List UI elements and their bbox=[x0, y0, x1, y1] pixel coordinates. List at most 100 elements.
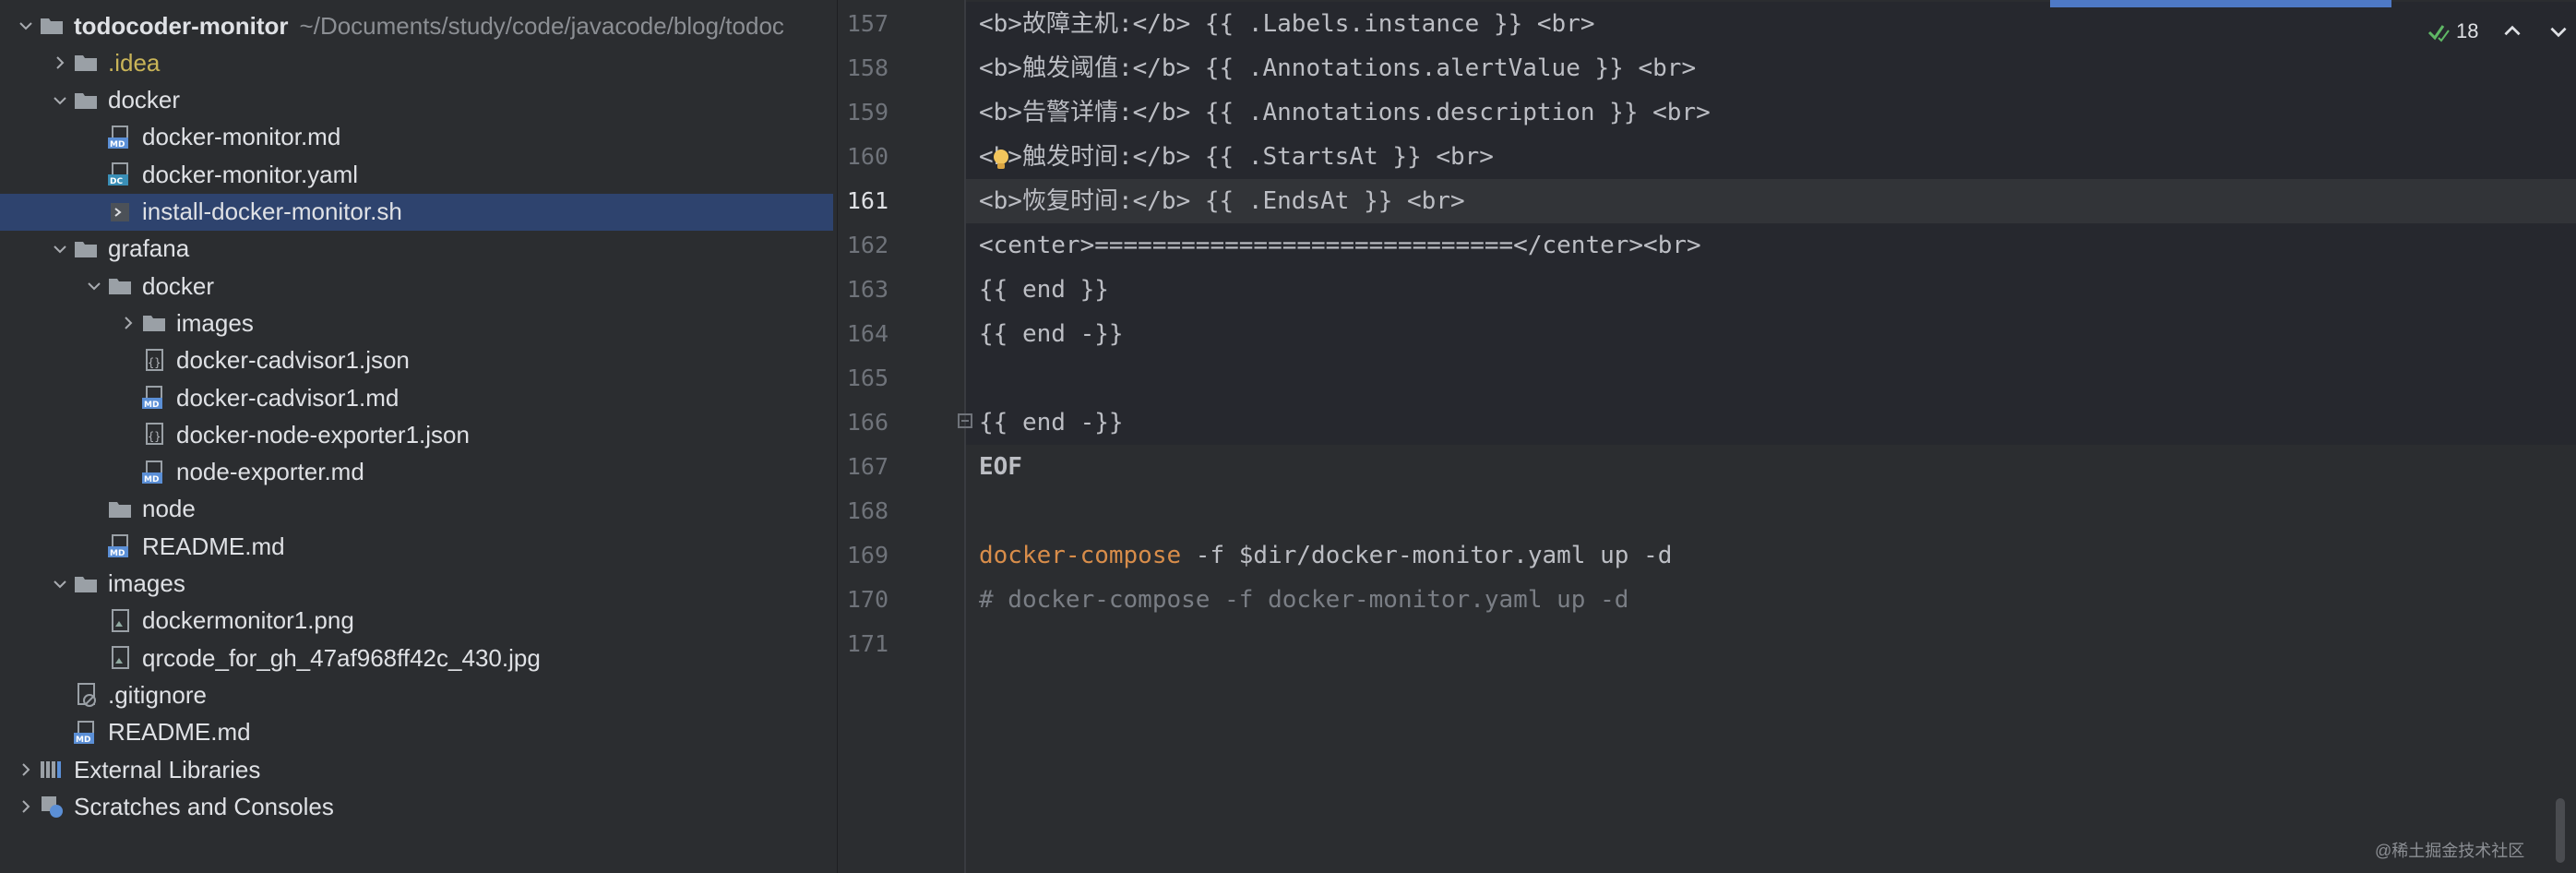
tree-toggle bbox=[81, 194, 107, 231]
line-number[interactable]: 166 bbox=[837, 401, 888, 445]
scope-highlight bbox=[966, 312, 2576, 356]
code-token: <center>=============================</c… bbox=[979, 232, 1701, 259]
tree-item[interactable]: qrcode_for_gh_47af968ff42c_430.jpg bbox=[0, 640, 833, 676]
code-line[interactable]: <b>告警详情:</b> {{ .Annotations.description… bbox=[979, 90, 1711, 135]
vertical-scrollbar[interactable] bbox=[2556, 798, 2565, 863]
tree-toggle[interactable] bbox=[47, 82, 73, 119]
code-line[interactable]: {{ end -}} bbox=[979, 312, 1124, 356]
folder-icon bbox=[107, 496, 133, 523]
scratches-icon bbox=[39, 793, 65, 820]
inspection-count: 18 bbox=[2456, 19, 2479, 42]
tree-item[interactable]: install-docker-monitor.sh bbox=[0, 193, 833, 231]
tree-toggle bbox=[81, 119, 107, 156]
tree-item[interactable]: MD README.md bbox=[0, 714, 833, 751]
tree-toggle bbox=[115, 416, 141, 453]
tree-item-label: .idea bbox=[108, 48, 161, 77]
tree-item[interactable]: images bbox=[0, 566, 833, 603]
chevron-right-icon[interactable] bbox=[120, 315, 137, 331]
tree-toggle[interactable] bbox=[47, 566, 73, 603]
line-number[interactable]: 160 bbox=[837, 135, 888, 179]
previous-highlight-icon[interactable] bbox=[2500, 19, 2524, 43]
line-number[interactable]: 164 bbox=[837, 312, 888, 356]
tree-toggle bbox=[81, 491, 107, 528]
tree-item[interactable]: node bbox=[0, 491, 833, 528]
code-token: {{ end -}} bbox=[979, 320, 1124, 348]
tree-item[interactable]: MD docker-cadvisor1.md bbox=[0, 379, 833, 416]
tree-item[interactable]: .gitignore bbox=[0, 676, 833, 713]
tree-item[interactable]: Scratches and Consoles bbox=[0, 788, 833, 825]
chevron-down-icon[interactable] bbox=[52, 92, 68, 109]
chevron-down-icon[interactable] bbox=[18, 18, 34, 34]
tree-toggle[interactable] bbox=[81, 268, 107, 305]
line-number[interactable]: 163 bbox=[837, 268, 888, 312]
code-line[interactable]: <b>触发阈值:</b> {{ .Annotations.alertValue … bbox=[979, 46, 1696, 90]
code-line[interactable]: {{ end }} bbox=[979, 268, 1109, 312]
line-number[interactable]: 171 bbox=[837, 622, 888, 666]
tree-item[interactable]: docker bbox=[0, 268, 833, 305]
tree-item[interactable]: dockermonitor1.png bbox=[0, 603, 833, 640]
line-number[interactable]: 162 bbox=[837, 223, 888, 268]
docker-compose-file-icon: DC bbox=[107, 161, 133, 188]
code-line[interactable]: {{ end -}} bbox=[979, 401, 1124, 445]
project-tree[interactable]: todocoder-monitor ~/Documents/study/code/… bbox=[0, 0, 837, 873]
line-number[interactable]: 158 bbox=[837, 46, 888, 90]
fold-icon[interactable] bbox=[956, 412, 974, 430]
tree-item[interactable]: MD node-exporter.md bbox=[0, 454, 833, 491]
tree-item[interactable]: {} docker-node-exporter1.json bbox=[0, 416, 833, 453]
code-line[interactable]: EOF bbox=[979, 445, 1022, 489]
line-number[interactable]: 161 bbox=[837, 179, 888, 223]
tree-toggle bbox=[81, 603, 107, 640]
tree-item[interactable]: External Libraries bbox=[0, 751, 833, 788]
code-line[interactable]: <b>触发时间:</b> {{ .StartsAt }} <br> bbox=[979, 135, 1494, 179]
tree-toggle[interactable] bbox=[13, 7, 39, 44]
tree-item[interactable]: MD README.md bbox=[0, 528, 833, 565]
code-token: <b>告警详情:</b> {{ .Annotations.description… bbox=[979, 99, 1711, 126]
tree-toggle[interactable] bbox=[115, 305, 141, 341]
code-line[interactable]: <b>恢复时间:</b> {{ .EndsAt }} <br> bbox=[979, 179, 1465, 223]
line-number[interactable]: 167 bbox=[837, 445, 888, 489]
tree-item[interactable]: MD docker-monitor.md bbox=[0, 119, 833, 156]
code-line[interactable]: <center>=============================</c… bbox=[979, 223, 1701, 268]
chevron-right-icon[interactable] bbox=[18, 798, 34, 815]
line-number[interactable]: 170 bbox=[837, 578, 888, 622]
json-file-icon: {} bbox=[141, 347, 167, 375]
chevron-down-icon[interactable] bbox=[52, 576, 68, 592]
line-number[interactable]: 168 bbox=[837, 489, 888, 533]
line-number[interactable]: 169 bbox=[837, 533, 888, 578]
chevron-right-icon[interactable] bbox=[18, 761, 34, 778]
tree-toggle[interactable] bbox=[47, 231, 73, 268]
check-icon bbox=[2427, 25, 2450, 42]
code-line[interactable]: <b>故障主机:</b> {{ .Labels.instance }} <br> bbox=[979, 2, 1595, 46]
tree-item[interactable]: images bbox=[0, 305, 833, 341]
chevron-down-icon[interactable] bbox=[52, 241, 68, 257]
tree-item[interactable]: {} docker-cadvisor1.json bbox=[0, 342, 833, 379]
tree-item[interactable]: .idea bbox=[0, 44, 833, 81]
line-number[interactable]: 157 bbox=[837, 2, 888, 46]
code-token: <b>恢复时间:</b> {{ .EndsAt }} <br> bbox=[979, 187, 1465, 215]
code-line[interactable]: # docker-compose -f docker-monitor.yaml … bbox=[979, 578, 1628, 622]
tree-toggle[interactable] bbox=[47, 44, 73, 81]
gitignore-file-icon bbox=[73, 681, 99, 709]
tree-item-label: docker-monitor.md bbox=[142, 123, 341, 151]
lightbulb-icon[interactable] bbox=[991, 148, 1011, 172]
horizontal-scroll-indicator[interactable] bbox=[2050, 0, 2391, 7]
tree-toggle[interactable] bbox=[13, 788, 39, 825]
tree-item[interactable]: todocoder-monitor ~/Documents/study/code/… bbox=[0, 7, 833, 44]
tree-item-label: .gitignore bbox=[108, 680, 207, 709]
next-highlight-icon[interactable] bbox=[2546, 19, 2570, 43]
code-line[interactable]: docker-compose -f $dir/docker-monitor.ya… bbox=[979, 533, 1672, 578]
line-number[interactable]: 159 bbox=[837, 90, 888, 135]
inspection-widget[interactable]: 18 bbox=[2427, 15, 2570, 48]
tree-toggle[interactable] bbox=[13, 751, 39, 788]
tree-item[interactable]: grafana bbox=[0, 231, 833, 268]
tree-item[interactable]: docker bbox=[0, 82, 833, 119]
chevron-right-icon[interactable] bbox=[52, 54, 68, 71]
line-number[interactable]: 165 bbox=[837, 356, 888, 401]
chevron-down-icon[interactable] bbox=[86, 278, 102, 294]
folder-icon bbox=[73, 570, 99, 598]
project-path: ~/Documents/study/code/javacode/blog/tod… bbox=[299, 11, 784, 40]
libraries-icon bbox=[39, 756, 65, 783]
tree-item[interactable]: DC docker-monitor.yaml bbox=[0, 156, 833, 193]
folder-icon bbox=[39, 12, 65, 40]
tree-item-label: dockermonitor1.png bbox=[142, 606, 354, 635]
